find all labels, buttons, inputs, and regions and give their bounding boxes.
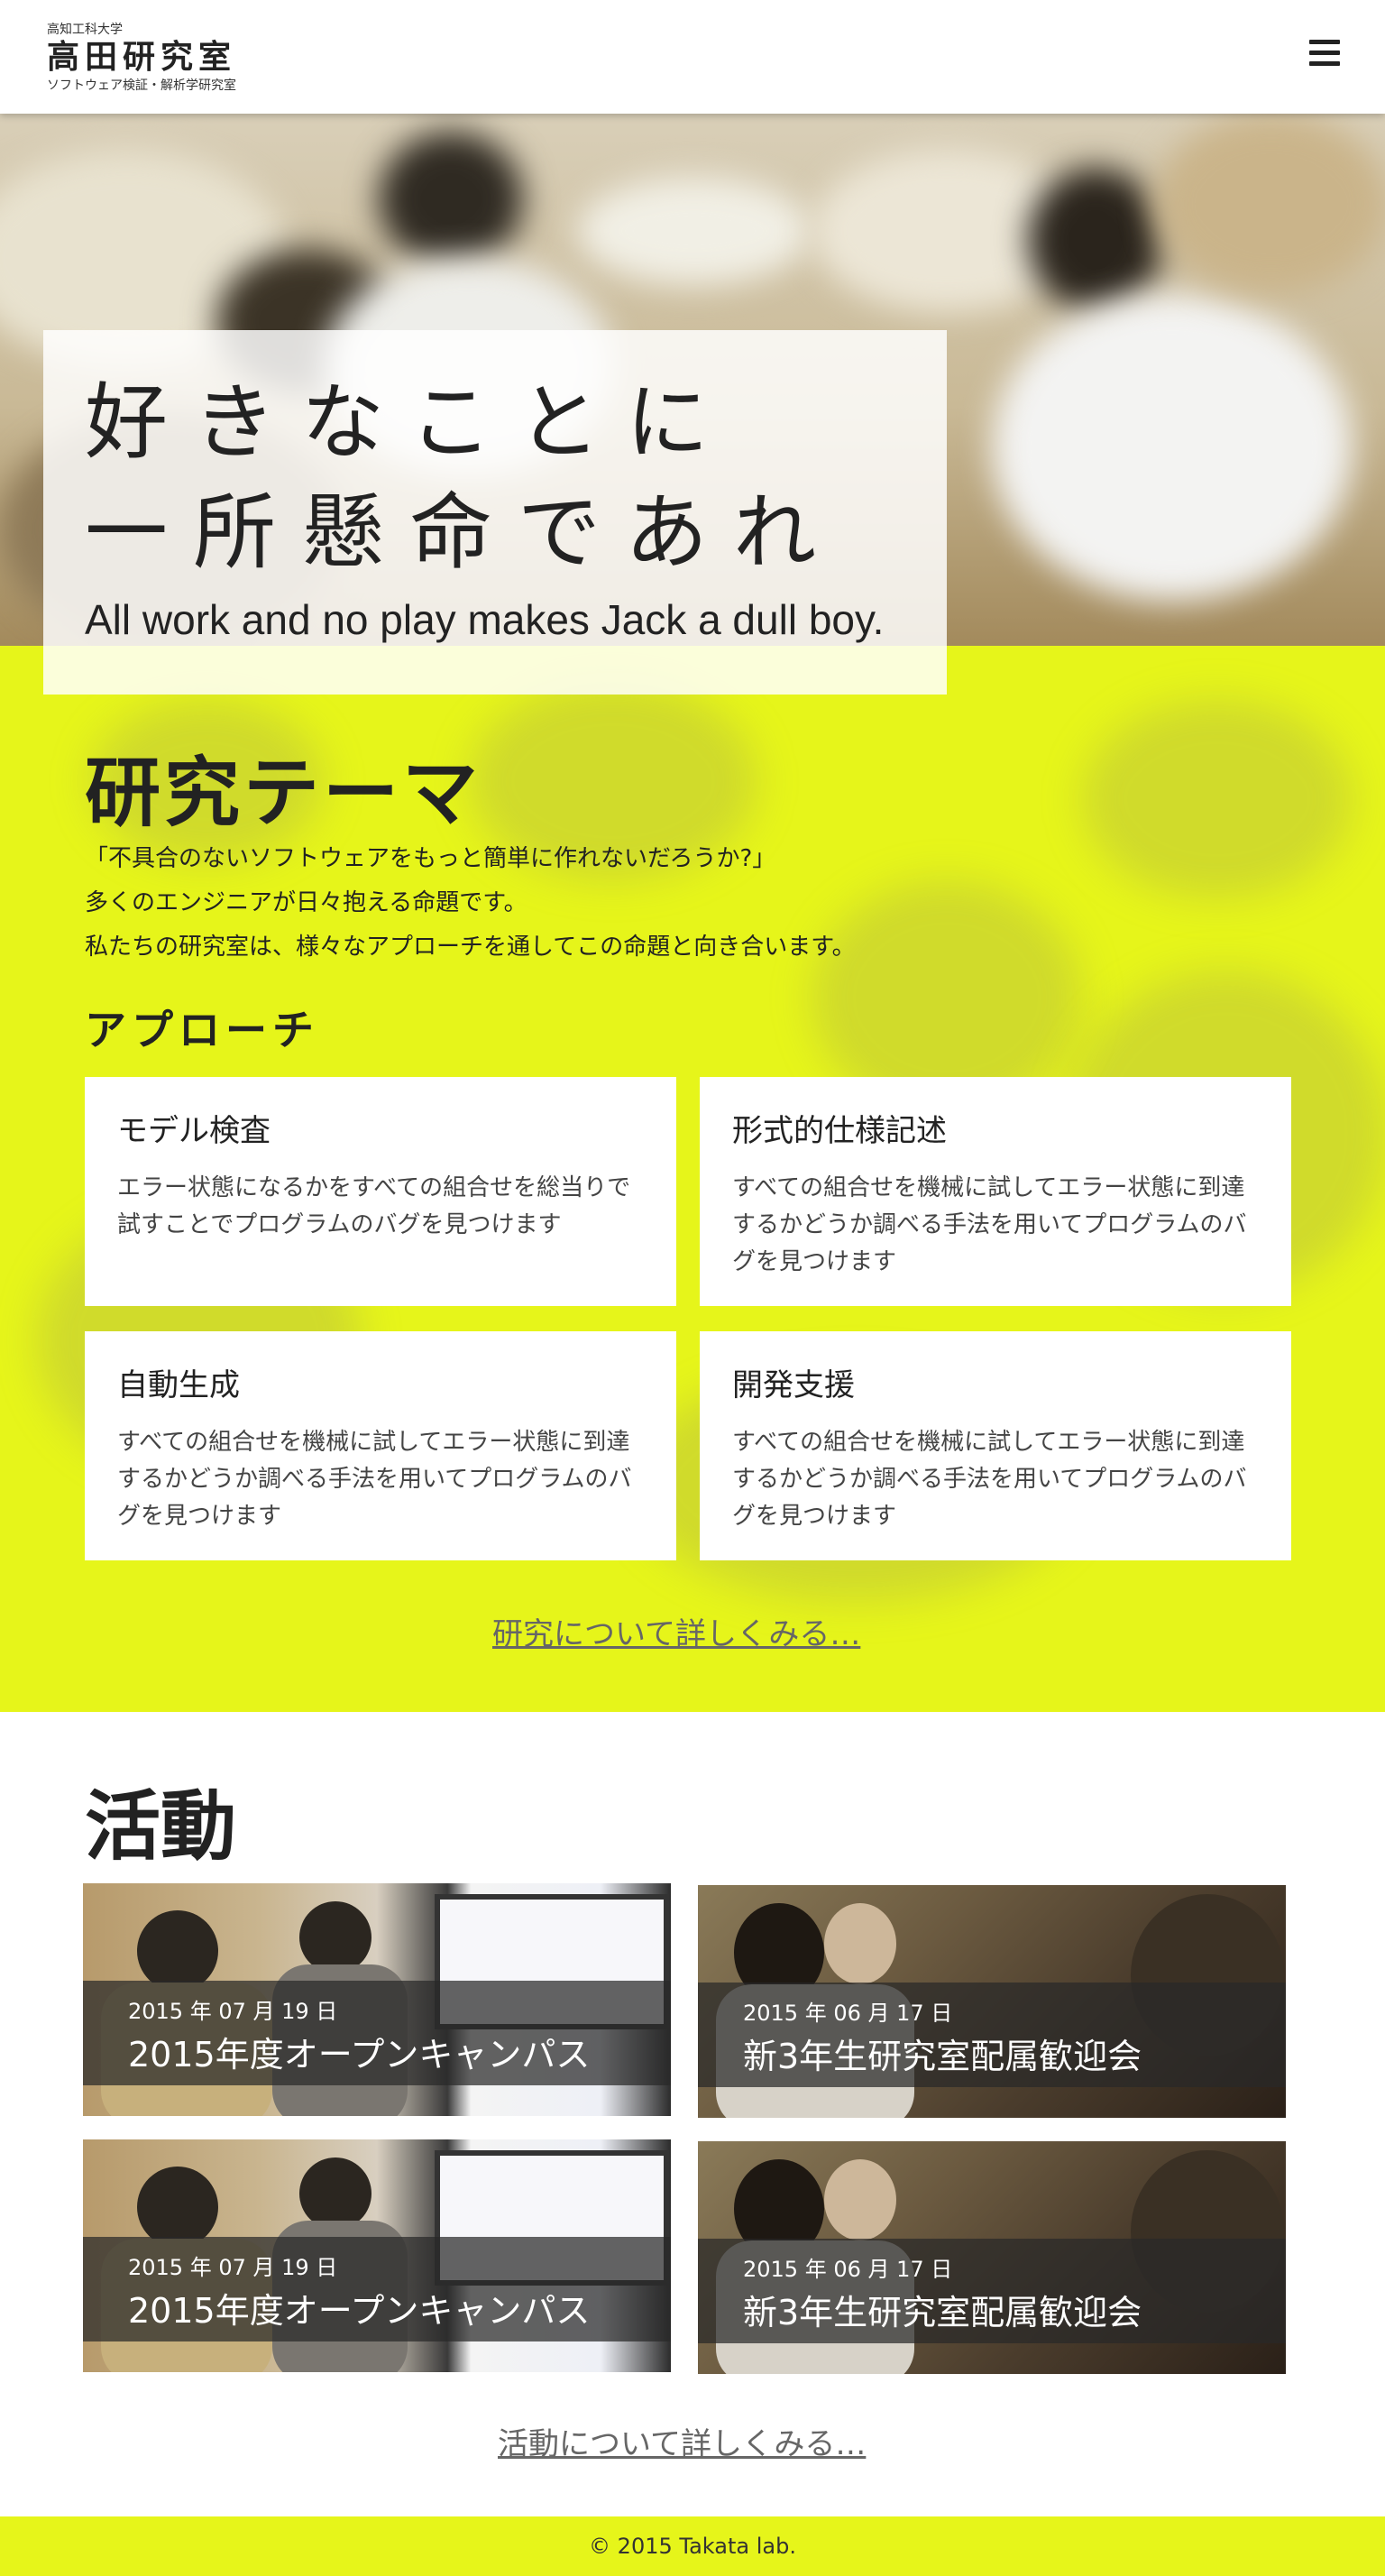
hero-headline-line2: 一所懸命であれ: [85, 484, 842, 581]
logo-lab-name: 高田研究室: [47, 39, 237, 76]
hero-english-motto: All work and no play makes Jack a dull b…: [85, 596, 885, 643]
site-header: 高知工科大学 高田研究室 ソフトウェア検証・解析学研究室: [0, 0, 1385, 114]
research-more-link[interactable]: 研究について詳しくみる…: [492, 1609, 860, 1653]
logo-subtitle: ソフトウェア検証・解析学研究室: [47, 78, 236, 93]
activity-card[interactable]: 2015 年 07 月 19 日 2015年度オープンキャンパス: [83, 2139, 671, 2372]
approach-card-title: 自動生成: [117, 1367, 240, 1403]
approach-card-text: エラー状態になるかをすべての組合せを総当りで試すことでプログラムのバグを見つけま…: [117, 1174, 631, 1238]
activity-name: 新3年生研究室配属歓迎会: [743, 2293, 1142, 2332]
approach-card-model-checking[interactable]: モデル検査 エラー状態になるかをすべての組合せを総当りで試すことでプログラムのバ…: [85, 1077, 676, 1306]
site-footer: © 2015 Takata lab.: [0, 2516, 1385, 2576]
approach-card-title: モデル検査: [117, 1113, 271, 1149]
activities-more-link[interactable]: 活動について詳しくみる…: [498, 2419, 866, 2463]
activity-name: 新3年生研究室配属歓迎会: [743, 2037, 1142, 2076]
hero-message-card: 好きなことに 一所懸命であれ All work and no play make…: [43, 330, 947, 695]
logo-university: 高知工科大学: [47, 23, 123, 37]
approach-card-formal-spec[interactable]: 形式的仕様記述 すべての組合せを機械に試してエラー状態に到達するかどうか調べる手…: [700, 1077, 1291, 1306]
site-logo[interactable]: 高知工科大学 高田研究室 ソフトウェア検証・解析学研究室: [47, 22, 236, 94]
activity-card[interactable]: 2015 年 06 月 17 日 新3年生研究室配属歓迎会: [698, 1885, 1286, 2118]
approach-card-title: 開発支援: [732, 1367, 855, 1403]
approach-card-text: すべての組合せを機械に試してエラー状態に到達するかどうか調べる手法を用いてプログ…: [732, 1429, 1247, 1530]
approach-card-dev-support[interactable]: 開発支援 すべての組合せを機械に試してエラー状態に到達するかどうか調べる手法を用…: [700, 1331, 1291, 1560]
approach-card-title: 形式的仕様記述: [732, 1113, 947, 1149]
activity-caption: 2015 年 06 月 17 日 新3年生研究室配属歓迎会: [698, 1983, 1286, 2087]
activity-date: 2015 年 07 月 19 日: [128, 1999, 338, 2024]
activity-caption: 2015 年 06 月 17 日 新3年生研究室配属歓迎会: [698, 2239, 1286, 2343]
approach-card-auto-generation[interactable]: 自動生成 すべての組合せを機械に試してエラー状態に到達するかどうか調べる手法を用…: [85, 1331, 676, 1560]
activity-caption: 2015 年 07 月 19 日 2015年度オープンキャンパス: [83, 2237, 671, 2341]
activity-date: 2015 年 06 月 17 日: [743, 2001, 953, 2026]
activity-card[interactable]: 2015 年 07 月 19 日 2015年度オープンキャンパス: [83, 1883, 671, 2116]
activity-card[interactable]: 2015 年 06 月 17 日 新3年生研究室配属歓迎会: [698, 2141, 1286, 2374]
approach-card-text: すべての組合せを機械に試してエラー状態に到達するかどうか調べる手法を用いてプログ…: [732, 1174, 1247, 1275]
approach-card-text: すべての組合せを機械に試してエラー状態に到達するかどうか調べる手法を用いてプログ…: [117, 1429, 632, 1530]
activity-caption: 2015 年 07 月 19 日 2015年度オープンキャンパス: [83, 1981, 671, 2085]
hero-headline-line1: 好きなことに: [85, 374, 735, 471]
research-paragraph-1: 「不具合のないソフトウェアをもっと簡単に作れないだろうか?」: [85, 845, 776, 872]
research-title: 研究テーマ: [85, 749, 482, 837]
activity-date: 2015 年 07 月 19 日: [128, 2255, 338, 2280]
activity-name: 2015年度オープンキャンパス: [128, 2291, 591, 2331]
approach-title: アプローチ: [85, 1006, 319, 1054]
activity-name: 2015年度オープンキャンパス: [128, 2035, 591, 2075]
research-paragraph-2: 多くのエンジニアが日々抱える命題です。: [85, 889, 527, 916]
footer-copyright: © 2015 Takata lab.: [589, 2534, 796, 2559]
research-paragraph-3: 私たちの研究室は、様々なアプローチを通してこの命題と向き合います。: [85, 934, 856, 961]
hamburger-menu-icon[interactable]: [1309, 40, 1340, 69]
activities-title: 活動: [85, 1782, 237, 1871]
activity-date: 2015 年 06 月 17 日: [743, 2257, 953, 2282]
